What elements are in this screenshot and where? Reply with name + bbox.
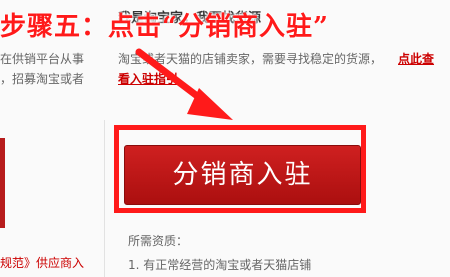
left-text-bottom: 规范》供应商入 xyxy=(0,256,85,270)
column-divider xyxy=(104,120,105,277)
requirement-item-1: 1. 有正常经营的淘宝或者天猫店铺 xyxy=(128,258,312,272)
highlight-frame xyxy=(114,125,366,213)
left-text-line-1: 在供销平台从事 xyxy=(0,52,85,66)
left-red-bar xyxy=(0,138,5,228)
view-guide-link[interactable]: 点此查 xyxy=(398,50,434,68)
left-text-line-2: ，招募淘宝或者 xyxy=(0,72,85,86)
requirements-title: 所需资质： xyxy=(128,234,189,248)
step-caption: 步骤五：点击“分销商入驻” xyxy=(0,12,329,42)
pointer-arrow-icon xyxy=(135,48,233,120)
